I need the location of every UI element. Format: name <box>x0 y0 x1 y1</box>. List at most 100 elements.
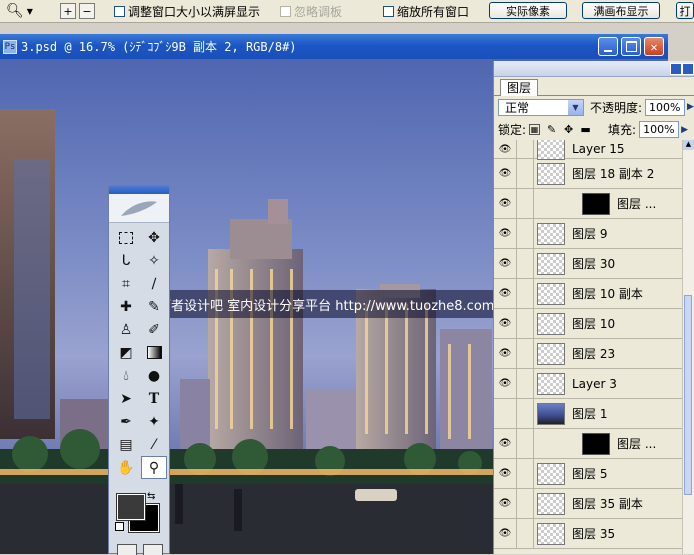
layer-link-toggle[interactable] <box>517 159 534 188</box>
print-size-button[interactable]: 打 <box>676 2 694 19</box>
maximize-button[interactable] <box>621 37 641 56</box>
layer-row[interactable]: 👁︎ Layer 15 <box>494 140 684 164</box>
quick-mask-icon[interactable] <box>143 544 163 555</box>
layer-link-toggle[interactable] <box>517 309 534 338</box>
notes-tool-icon[interactable]: ▤ <box>113 433 139 456</box>
standard-mode-icon[interactable] <box>117 544 137 555</box>
layer-link-toggle[interactable] <box>517 189 534 218</box>
opacity-input[interactable]: 100% <box>645 98 686 116</box>
layer-link-toggle[interactable] <box>517 219 534 248</box>
zoom-tool-preset[interactable]: 🔍︎ ▼ <box>6 0 33 22</box>
lock-pixels-icon[interactable]: ✎ <box>546 123 557 136</box>
lasso-tool-icon[interactable]: ᒐ <box>113 249 139 272</box>
layer-row[interactable]: 👁︎ 图层 35 副本 <box>494 489 684 519</box>
zoom-all-windows-checkbox[interactable]: 缩放所有窗口 <box>383 0 469 22</box>
zoom-in-button[interactable]: + <box>60 3 76 19</box>
layer-visibility-toggle[interactable] <box>494 399 517 428</box>
brush-tool-icon[interactable]: ✎ <box>141 295 167 318</box>
layer-row[interactable]: 👁︎ 图层 ... <box>494 189 684 219</box>
resize-window-checkbox[interactable]: 调整窗口大小以满屏显示 <box>114 0 260 22</box>
scroll-up-icon[interactable]: ▲ <box>683 140 694 150</box>
palette-titlebar[interactable] <box>494 61 694 77</box>
move-tool-icon[interactable]: ✥ <box>141 226 167 249</box>
layer-visibility-toggle[interactable]: 👁︎ <box>494 309 517 338</box>
dodge-tool-icon[interactable]: ● <box>141 364 167 387</box>
eraser-tool-icon[interactable]: ◩ <box>113 341 139 364</box>
layer-link-toggle[interactable] <box>517 459 534 488</box>
layer-row[interactable]: 👁︎ 图层 35 <box>494 519 684 549</box>
layer-visibility-toggle[interactable]: 👁︎ <box>494 219 517 248</box>
layer-link-toggle[interactable] <box>517 279 534 308</box>
layer-visibility-toggle[interactable]: 👁︎ <box>494 519 517 548</box>
layers-scrollbar[interactable]: ▲ <box>682 140 694 554</box>
tab-layers[interactable]: 图层 <box>500 79 539 96</box>
layer-row[interactable]: 👁︎ 图层 30 <box>494 249 684 279</box>
layer-thumbnail <box>537 522 565 545</box>
layer-link-toggle[interactable] <box>517 369 534 398</box>
layer-visibility-toggle[interactable]: 👁︎ <box>494 249 517 278</box>
layer-row[interactable]: 👁︎ 图层 10 <box>494 309 684 339</box>
crop-tool-icon[interactable]: ⌗ <box>113 272 139 295</box>
hand-tool-icon[interactable]: ✋ <box>113 456 139 479</box>
layer-link-toggle[interactable] <box>517 489 534 518</box>
layer-link-toggle[interactable] <box>517 429 534 458</box>
feather-logo[interactable] <box>109 194 169 223</box>
actual-pixels-button[interactable]: 实际像素 <box>489 2 567 19</box>
pen-tool-icon[interactable]: ✒ <box>113 410 139 433</box>
blur-tool-icon[interactable]: 💧︎ <box>113 364 139 387</box>
layer-row[interactable]: 👁︎ Layer 3 <box>494 369 684 399</box>
swap-colors-icon[interactable]: ⇆ <box>147 491 155 502</box>
palette-close-icon[interactable] <box>682 63 694 75</box>
minimize-button[interactable] <box>598 37 618 56</box>
healing-brush-tool-icon[interactable]: ✚ <box>113 295 139 318</box>
foreground-color-front[interactable] <box>116 493 146 521</box>
layer-row[interactable]: 👁︎ 图层 ... <box>494 429 684 459</box>
fill-input[interactable]: 100% <box>639 121 680 138</box>
layer-row[interactable]: 👁︎ 图层 9 <box>494 219 684 249</box>
zoom-out-button[interactable]: − <box>79 3 95 19</box>
path-selection-tool-icon[interactable]: ➤ <box>113 387 139 410</box>
custom-shape-tool-icon[interactable]: ✦ <box>141 410 167 433</box>
slice-tool-icon[interactable]: ∕ <box>141 272 167 295</box>
fill-slider-arrow-icon[interactable]: ▶ <box>681 125 688 135</box>
marquee-tool-icon[interactable] <box>113 226 139 249</box>
eyedropper-tool-icon[interactable]: ⁄ <box>141 433 167 456</box>
layer-link-toggle[interactable] <box>517 519 534 548</box>
layer-visibility-toggle[interactable]: 👁︎ <box>494 339 517 368</box>
lock-all-icon[interactable]: ▬ <box>580 123 591 136</box>
layer-visibility-toggle[interactable]: 👁︎ <box>494 489 517 518</box>
toolbox-titlebar[interactable] <box>109 186 169 194</box>
layer-row[interactable]: 👁︎ 图层 18 副本 2 <box>494 159 684 189</box>
layer-visibility-toggle[interactable]: 👁︎ <box>494 369 517 398</box>
magic-wand-tool-icon[interactable]: ✧ <box>141 249 167 272</box>
layer-link-toggle[interactable] <box>517 339 534 368</box>
layer-visibility-toggle[interactable]: 👁︎ <box>494 159 517 188</box>
layer-row[interactable]: 👁︎ 图层 23 <box>494 339 684 369</box>
blend-mode-select[interactable]: 正常 ▼ <box>498 98 584 116</box>
layer-link-toggle[interactable] <box>517 249 534 278</box>
layer-link-toggle[interactable] <box>517 399 534 428</box>
layer-visibility-toggle[interactable]: 👁︎ <box>494 189 517 218</box>
fit-screen-button[interactable]: 满画布显示 <box>582 2 660 19</box>
opacity-slider-arrow-icon[interactable]: ▶ <box>687 102 694 112</box>
zoom-tool-icon[interactable]: ⚲ <box>141 456 167 479</box>
default-colors-icon[interactable] <box>115 522 124 531</box>
layer-row[interactable]: 👁︎ 图层 5 <box>494 459 684 489</box>
layer-name: 图层 5 <box>572 467 608 481</box>
close-button[interactable]: ✕ <box>644 37 664 56</box>
layer-visibility-toggle[interactable]: 👁︎ <box>494 429 517 458</box>
document-titlebar[interactable]: Ps 3.psd @ 16.7% (ｼﾃﾞｺﾌﾞｼ9B 副本 2, RGB/8#… <box>0 34 668 59</box>
layer-visibility-toggle[interactable]: 👁︎ <box>494 459 517 488</box>
type-tool-icon[interactable]: T <box>141 387 167 410</box>
lock-position-icon[interactable]: ✥ <box>563 123 574 136</box>
ignore-palettes-checkbox[interactable]: 忽略调板 <box>280 0 342 22</box>
layer-visibility-toggle[interactable]: 👁︎ <box>494 279 517 308</box>
palette-minimize-icon[interactable] <box>670 63 682 75</box>
history-brush-tool-icon[interactable]: ✐ <box>141 318 167 341</box>
layer-row[interactable]: 图层 1 <box>494 399 684 429</box>
clone-stamp-tool-icon[interactable]: ♙ <box>113 318 139 341</box>
scroll-thumb[interactable] <box>684 295 692 495</box>
gradient-tool-icon[interactable] <box>141 341 167 364</box>
layer-row[interactable]: 👁︎ 图层 10 副本 <box>494 279 684 309</box>
lock-transparency-icon[interactable]: ▦ <box>529 124 541 135</box>
